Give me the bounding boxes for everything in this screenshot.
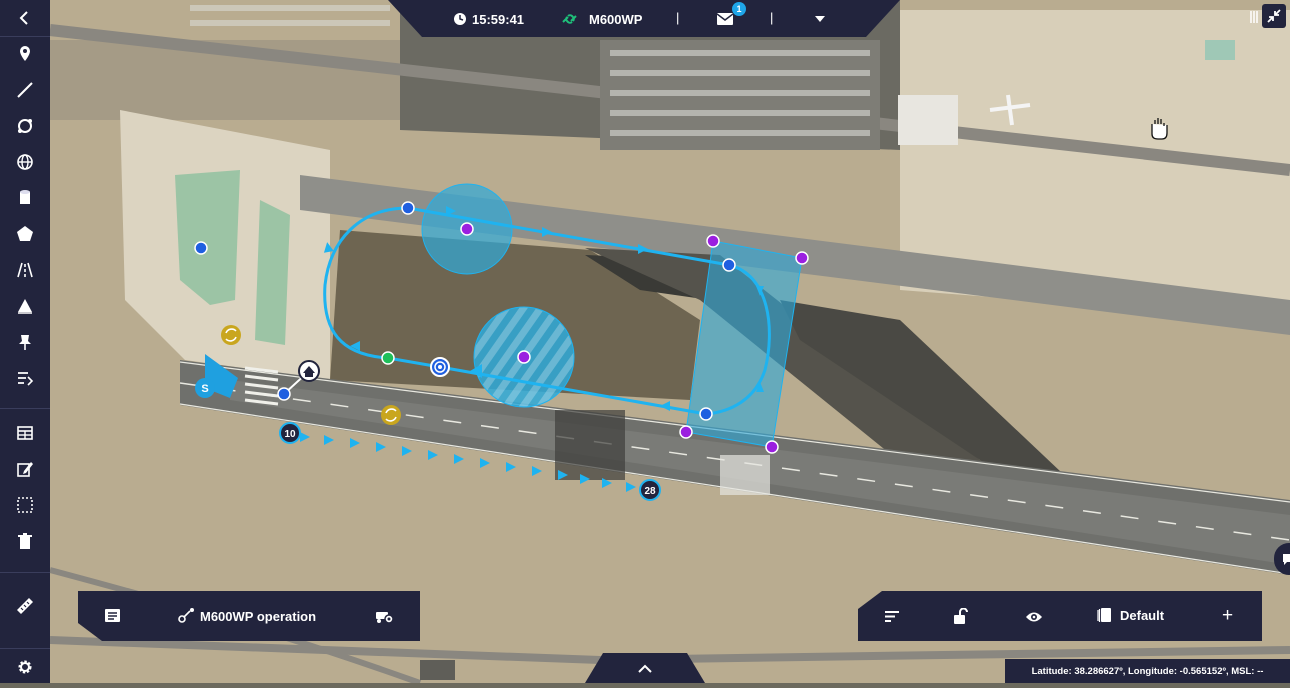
separator: | [676, 10, 680, 25]
list-button[interactable] [105, 609, 120, 627]
operation-icon [178, 607, 196, 628]
zone-center[interactable] [517, 350, 531, 364]
runway-start-marker[interactable]: 10 [279, 422, 301, 444]
lock-button[interactable] [954, 607, 968, 629]
sync-marker[interactable] [221, 325, 241, 345]
sort-button[interactable] [884, 610, 900, 628]
waypoint[interactable] [401, 201, 415, 215]
cylinder-tool[interactable] [0, 180, 50, 216]
vehicle-settings-button[interactable] [376, 608, 394, 629]
clock-icon [454, 13, 466, 25]
zone-center[interactable] [460, 222, 474, 236]
separator: | [770, 10, 774, 25]
orbit-icon [18, 119, 32, 133]
orbit-tool[interactable] [0, 108, 50, 144]
select-area-tool[interactable] [0, 487, 50, 523]
chevron-left-icon [19, 11, 28, 25]
polygon-tool[interactable] [0, 216, 50, 252]
aircraft-name: M600WP [589, 11, 643, 27]
expand-bottom-panel-button[interactable] [585, 653, 705, 683]
globe-tool[interactable] [0, 144, 50, 180]
ruler-icon [17, 598, 33, 614]
table-icon [17, 426, 33, 440]
delete-tool[interactable] [0, 523, 50, 559]
table-tool[interactable] [0, 415, 50, 451]
pin-tool[interactable] [0, 324, 50, 360]
link-icon [562, 14, 577, 24]
runway-icon [17, 262, 33, 278]
message-count-badge: 1 [732, 2, 746, 16]
waypoint[interactable] [699, 407, 713, 421]
cylinder-icon [20, 190, 30, 204]
layer-selector[interactable]: Default [1097, 607, 1164, 623]
sync-marker[interactable] [381, 405, 401, 425]
time-display: 15:59:41 [472, 11, 525, 27]
menu-dropdown-button[interactable] [815, 10, 825, 28]
chat-icon [1283, 554, 1290, 565]
vehicle-gear-icon [376, 612, 394, 624]
settings-button[interactable] [0, 649, 50, 685]
envelope-icon [717, 13, 733, 25]
add-layer-button[interactable]: + [1222, 605, 1233, 627]
runway-tool[interactable] [0, 252, 50, 288]
select-area-icon [17, 497, 33, 513]
list-icon [105, 609, 120, 622]
chevron-down-icon [815, 16, 825, 22]
tent-tool[interactable] [0, 288, 50, 324]
target-marker[interactable] [430, 357, 450, 377]
visibility-button[interactable] [1025, 610, 1043, 628]
line-tool[interactable] [0, 72, 50, 108]
tent-icon [18, 299, 32, 314]
runway-start-label: 10 [284, 429, 296, 440]
runway-end-label: 28 [644, 486, 656, 497]
clock: 15:59:41 [453, 10, 524, 28]
globe-icon [17, 154, 33, 170]
gear-icon [18, 660, 32, 674]
line-icon [17, 82, 33, 98]
trash-icon [18, 533, 32, 549]
edit-tool[interactable] [0, 451, 50, 487]
waypoint[interactable] [722, 258, 736, 272]
layers-stack-icon [1097, 608, 1111, 622]
zone-vertex[interactable] [679, 425, 693, 439]
ruler-tool[interactable] [0, 588, 50, 624]
waypoint-green[interactable] [381, 351, 395, 365]
map-pin-icon [20, 46, 30, 61]
route-tool[interactable] [0, 360, 50, 396]
runway-end-marker[interactable]: 28 [639, 479, 661, 501]
sort-icon [885, 611, 899, 622]
messages-button[interactable] [717, 10, 733, 28]
start-marker-label: S [201, 383, 208, 395]
collapse-arrows-icon [1267, 9, 1281, 23]
operation-panel: M600WP operation [78, 591, 420, 641]
top-status-bar: 15:59:41 M600WP | 1 | [388, 0, 900, 37]
aircraft-selector[interactable]: M600WP [560, 10, 642, 28]
layer-name: Default [1120, 607, 1165, 623]
layers-panel: Default + [858, 591, 1262, 641]
collapse-button[interactable] [0, 0, 50, 36]
operation-title[interactable]: M600WP operation [200, 609, 316, 624]
pin-icon [19, 335, 31, 350]
left-toolbar [0, 0, 50, 683]
exit-fullscreen-button[interactable] [1262, 4, 1286, 28]
waypoint[interactable] [277, 387, 291, 401]
zone-vertex[interactable] [706, 234, 720, 248]
edit-icon [17, 462, 33, 477]
point-tool[interactable] [0, 36, 50, 72]
eye-icon [1026, 612, 1042, 622]
polygon-icon [17, 226, 33, 241]
layers-icon[interactable] [1250, 10, 1260, 29]
zone-vertex[interactable] [795, 251, 809, 265]
cursor-coordinates: Latitude: 38.286627º, Longitude: -0.5651… [1005, 659, 1290, 683]
unlock-icon [954, 607, 968, 624]
zone-vertex[interactable] [765, 440, 779, 454]
satellite-map[interactable]: S 10 28 [0, 0, 1290, 683]
waypoint[interactable] [194, 241, 208, 255]
route-icon [18, 372, 34, 386]
